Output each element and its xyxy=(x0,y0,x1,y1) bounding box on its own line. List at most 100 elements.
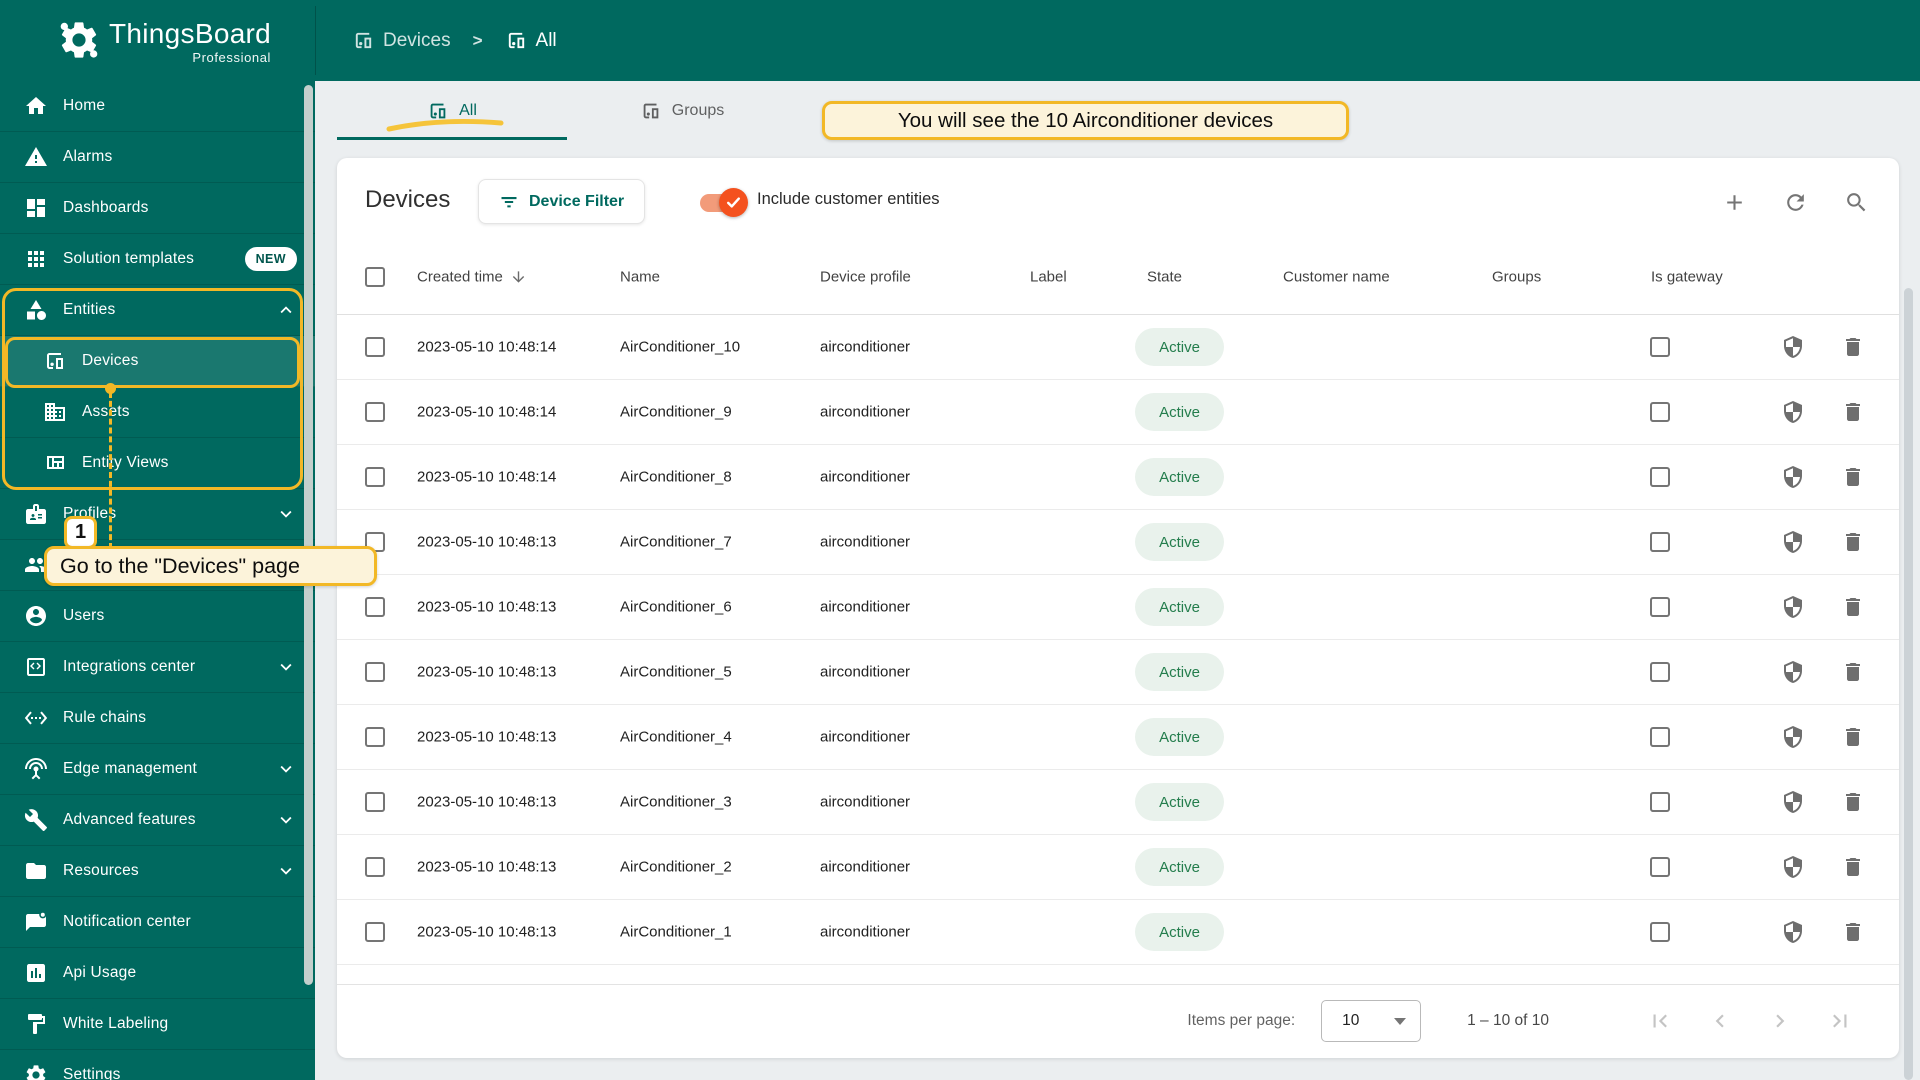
is-gateway-checkbox[interactable] xyxy=(1650,597,1670,617)
table-row[interactable]: 2023-05-10 10:48:13 AirConditioner_7 airco… xyxy=(337,510,1899,575)
table-row[interactable]: 2023-05-10 10:48:13 AirConditioner_2 airco… xyxy=(337,835,1899,900)
thingsboard-logo[interactable]: ThingsBoard Professional xyxy=(57,18,271,65)
sidebar-scrollbar[interactable] xyxy=(304,85,313,985)
sidebar-item-label: Home xyxy=(63,97,106,114)
table-row[interactable]: 2023-05-10 10:48:13 AirConditioner_5 airco… xyxy=(337,640,1899,705)
row-checkbox[interactable] xyxy=(365,467,385,487)
column-header-customer-name[interactable]: Customer name xyxy=(1283,269,1390,286)
table-row[interactable]: 2023-05-10 10:48:13 AirConditioner_4 airco… xyxy=(337,705,1899,770)
sidebar-item-devices[interactable]: Devices xyxy=(0,336,315,387)
breadcrumb-all[interactable]: All xyxy=(505,29,557,52)
is-gateway-checkbox[interactable] xyxy=(1650,857,1670,877)
security-shield-icon[interactable] xyxy=(1781,920,1805,944)
sidebar-item-dashboards[interactable]: Dashboards xyxy=(0,183,315,234)
sidebar-item-settings[interactable]: Settings xyxy=(0,1050,315,1080)
page-scrollbar[interactable] xyxy=(1904,288,1913,1080)
tab-groups[interactable]: Groups xyxy=(567,81,797,140)
delete-trash-icon[interactable] xyxy=(1841,725,1865,749)
is-gateway-checkbox[interactable] xyxy=(1650,792,1670,812)
active-tab-underline xyxy=(337,137,567,140)
sidebar-item-rule-chains[interactable]: Rule chains xyxy=(0,693,315,744)
last-page-icon[interactable] xyxy=(1827,1008,1853,1034)
row-checkbox[interactable] xyxy=(365,532,385,552)
security-shield-icon[interactable] xyxy=(1781,855,1805,879)
previous-page-icon[interactable] xyxy=(1707,1008,1733,1034)
security-shield-icon[interactable] xyxy=(1781,335,1805,359)
sidebar-item-resources[interactable]: Resources xyxy=(0,846,315,897)
table-row[interactable]: 2023-05-10 10:48:13 AirConditioner_1 airco… xyxy=(337,900,1899,965)
security-shield-icon[interactable] xyxy=(1781,660,1805,684)
first-page-icon[interactable] xyxy=(1647,1008,1673,1034)
is-gateway-checkbox[interactable] xyxy=(1650,727,1670,747)
sidebar-item-entities[interactable]: Entities xyxy=(0,285,315,336)
rule-chains-icon xyxy=(24,706,48,730)
table-row[interactable]: 2023-05-10 10:48:14 AirConditioner_9 airco… xyxy=(337,380,1899,445)
is-gateway-checkbox[interactable] xyxy=(1650,662,1670,682)
delete-trash-icon[interactable] xyxy=(1841,660,1865,684)
row-checkbox[interactable] xyxy=(365,792,385,812)
column-header-state[interactable]: State xyxy=(1147,269,1182,286)
breadcrumb-devices[interactable]: Devices xyxy=(352,29,451,52)
sidebar-item-integrations-center[interactable]: Integrations center xyxy=(0,642,315,693)
delete-trash-icon[interactable] xyxy=(1841,595,1865,619)
is-gateway-checkbox[interactable] xyxy=(1650,337,1670,357)
sidebar-item-notification-center[interactable]: Notification center xyxy=(0,897,315,948)
sidebar-item-customers[interactable] xyxy=(0,540,315,591)
delete-trash-icon[interactable] xyxy=(1841,790,1865,814)
sidebar-item-home[interactable]: Home xyxy=(0,81,315,132)
next-page-icon[interactable] xyxy=(1767,1008,1793,1034)
is-gateway-checkbox[interactable] xyxy=(1650,532,1670,552)
row-checkbox[interactable] xyxy=(365,922,385,942)
sidebar-item-white-labeling[interactable]: White Labeling xyxy=(0,999,315,1050)
tab-all[interactable]: All xyxy=(337,81,567,140)
refresh-icon[interactable] xyxy=(1783,190,1808,215)
row-checkbox[interactable] xyxy=(365,402,385,422)
row-checkbox[interactable] xyxy=(365,662,385,682)
security-shield-icon[interactable] xyxy=(1781,725,1805,749)
sidebar-item-assets[interactable]: Assets xyxy=(0,387,315,438)
sidebar-item-entity-views[interactable]: Entity Views xyxy=(0,438,315,489)
row-checkbox[interactable] xyxy=(365,857,385,877)
table-row[interactable]: 2023-05-10 10:48:13 AirConditioner_6 airco… xyxy=(337,575,1899,640)
row-checkbox[interactable] xyxy=(365,597,385,617)
security-shield-icon[interactable] xyxy=(1781,790,1805,814)
column-header-label[interactable]: Label xyxy=(1030,269,1067,286)
sidebar-item-users[interactable]: Users xyxy=(0,591,315,642)
column-header-is-gateway[interactable]: Is gateway xyxy=(1651,269,1723,286)
delete-trash-icon[interactable] xyxy=(1841,855,1865,879)
security-shield-icon[interactable] xyxy=(1781,400,1805,424)
table-row[interactable]: 2023-05-10 10:48:14 AirConditioner_8 airco… xyxy=(337,445,1899,510)
row-checkbox[interactable] xyxy=(365,337,385,357)
sidebar-item-profiles[interactable]: Profiles xyxy=(0,489,315,540)
column-header-device-profile[interactable]: Device profile xyxy=(820,269,911,286)
delete-trash-icon[interactable] xyxy=(1841,335,1865,359)
is-gateway-checkbox[interactable] xyxy=(1650,467,1670,487)
is-gateway-checkbox[interactable] xyxy=(1650,402,1670,422)
table-row[interactable]: 2023-05-10 10:48:14 AirConditioner_10 airc… xyxy=(337,315,1899,380)
delete-trash-icon[interactable] xyxy=(1841,920,1865,944)
row-checkbox[interactable] xyxy=(365,727,385,747)
table-row[interactable]: 2023-05-10 10:48:13 AirConditioner_3 airco… xyxy=(337,770,1899,835)
device-filter-button[interactable]: Device Filter xyxy=(478,179,646,224)
sidebar-item-edge-management[interactable]: Edge management xyxy=(0,744,315,795)
sidebar-item-alarms[interactable]: Alarms xyxy=(0,132,315,183)
is-gateway-checkbox[interactable] xyxy=(1650,922,1670,942)
delete-trash-icon[interactable] xyxy=(1841,530,1865,554)
items-per-page-select[interactable]: 10 xyxy=(1321,1000,1422,1042)
security-shield-icon[interactable] xyxy=(1781,530,1805,554)
security-shield-icon[interactable] xyxy=(1781,595,1805,619)
delete-trash-icon[interactable] xyxy=(1841,465,1865,489)
column-header-groups[interactable]: Groups xyxy=(1492,269,1541,286)
sidebar-item-solution-templates[interactable]: Solution templates NEW xyxy=(0,234,315,285)
sidebar-item-api-usage[interactable]: Api Usage xyxy=(0,948,315,999)
select-all-checkbox[interactable] xyxy=(365,267,385,287)
search-icon[interactable] xyxy=(1844,190,1869,215)
state-badge: Active xyxy=(1135,458,1224,496)
column-header-created-time[interactable]: Created time xyxy=(417,269,527,286)
include-customer-entities-toggle[interactable] xyxy=(700,188,748,217)
column-header-name[interactable]: Name xyxy=(620,269,660,286)
add-icon[interactable] xyxy=(1722,190,1747,215)
sidebar-item-advanced-features[interactable]: Advanced features xyxy=(0,795,315,846)
security-shield-icon[interactable] xyxy=(1781,465,1805,489)
delete-trash-icon[interactable] xyxy=(1841,400,1865,424)
